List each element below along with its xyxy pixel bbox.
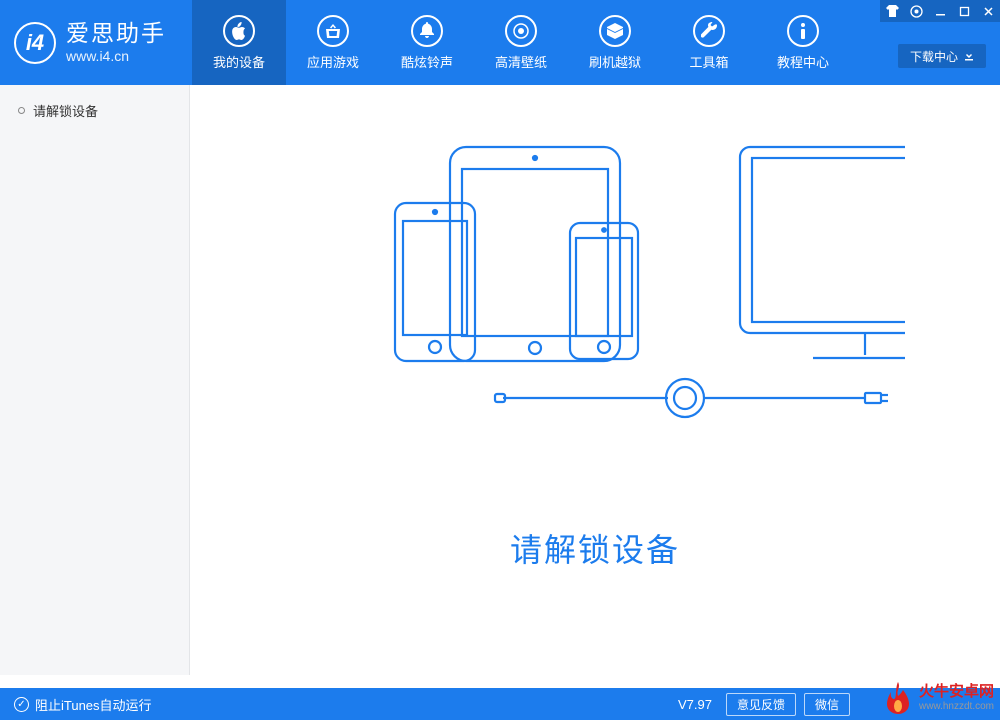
- main-content: 请解锁设备: [190, 85, 1000, 675]
- check-icon: ✓: [14, 697, 29, 712]
- nav-wallpapers[interactable]: 高清壁纸: [474, 0, 568, 85]
- main-nav: 我的设备 应用游戏 酷炫铃声 高清壁纸 刷机越狱: [192, 0, 850, 85]
- nav-label: 酷炫铃声: [401, 52, 453, 71]
- logo-area: i4 爱思助手 www.i4.cn: [0, 0, 190, 85]
- nav-label: 教程中心: [777, 52, 829, 71]
- watermark: 火牛安卓网 www.hnzzdt.com: [881, 680, 994, 716]
- store-icon: [317, 15, 349, 47]
- app-header: i4 爱思助手 www.i4.cn 我的设备 应用游戏 酷炫铃声: [0, 0, 1000, 85]
- nav-toolbox[interactable]: 工具箱: [662, 0, 756, 85]
- download-icon: [964, 51, 974, 61]
- wallpaper-icon: [505, 15, 537, 47]
- watermark-url: www.hnzzdt.com: [919, 701, 994, 712]
- body-area: 请解锁设备: [0, 85, 1000, 675]
- brand-url: www.i4.cn: [66, 48, 166, 65]
- sidebar: 请解锁设备: [0, 85, 190, 675]
- nav-apps-games[interactable]: 应用游戏: [286, 0, 380, 85]
- nav-label: 应用游戏: [307, 52, 359, 71]
- version-label: V7.97: [678, 697, 712, 712]
- apple-icon: [223, 15, 255, 47]
- box-icon: [599, 15, 631, 47]
- watermark-title: 火牛安卓网: [919, 684, 994, 701]
- feedback-button[interactable]: 意见反馈: [726, 693, 796, 716]
- flame-icon: [881, 680, 915, 716]
- close-button[interactable]: [976, 0, 1000, 22]
- wechat-button[interactable]: 微信: [804, 693, 850, 716]
- wrench-icon: [693, 15, 725, 47]
- maximize-button[interactable]: [952, 0, 976, 22]
- brand-title: 爱思助手: [66, 20, 166, 48]
- sidebar-item-label: 请解锁设备: [33, 101, 98, 120]
- nav-label: 工具箱: [689, 52, 728, 71]
- status-bar: ✓ 阻止iTunes自动运行 V7.97 意见反馈 微信: [0, 688, 1000, 720]
- nav-tutorials[interactable]: 教程中心: [756, 0, 850, 85]
- bullet-icon: [18, 107, 25, 114]
- bell-icon: [411, 15, 443, 47]
- nav-flash-jailbreak[interactable]: 刷机越狱: [568, 0, 662, 85]
- settings-icon[interactable]: [904, 0, 928, 22]
- nav-label: 我的设备: [213, 52, 265, 71]
- minimize-button[interactable]: [928, 0, 952, 22]
- nav-my-device[interactable]: 我的设备: [192, 0, 286, 85]
- download-center-button[interactable]: 下载中心: [898, 44, 986, 68]
- skin-icon[interactable]: [880, 0, 904, 22]
- nav-ringtones[interactable]: 酷炫铃声: [380, 0, 474, 85]
- unlock-message: 请解锁设备: [510, 525, 680, 571]
- nav-label: 高清壁纸: [495, 52, 547, 71]
- app-logo: i4: [14, 22, 56, 64]
- download-label: 下载中心: [910, 48, 958, 65]
- itunes-block-label[interactable]: 阻止iTunes自动运行: [35, 695, 152, 714]
- info-icon: [787, 15, 819, 47]
- device-illustration: [285, 133, 905, 498]
- window-controls: [880, 0, 1000, 22]
- nav-label: 刷机越狱: [589, 52, 641, 71]
- sidebar-item-unlock[interactable]: 请解锁设备: [0, 93, 189, 128]
